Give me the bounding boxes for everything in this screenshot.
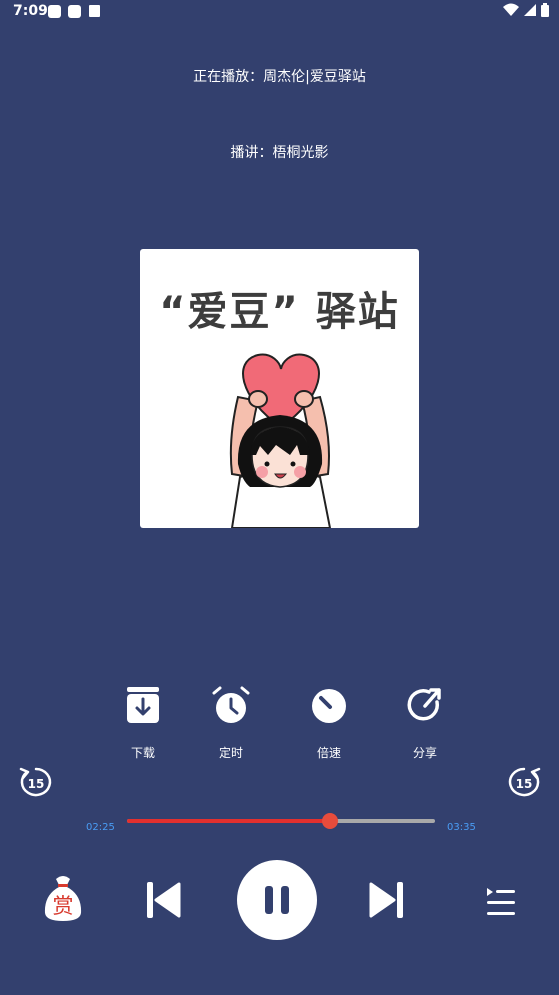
notification-icon (68, 5, 81, 18)
download-icon (127, 687, 159, 723)
download-label: 下载 (130, 746, 155, 760)
pause-button[interactable] (237, 860, 317, 940)
progress-bar[interactable] (127, 813, 435, 829)
reward-button[interactable]: 赏 (40, 873, 86, 923)
wifi-icon (503, 3, 519, 16)
reward-label: 赏 (53, 894, 74, 918)
share-label: 分享 (412, 746, 437, 760)
next-track-button[interactable] (368, 880, 406, 920)
battery-icon (541, 3, 549, 17)
rewind-15-button[interactable]: 15 (17, 766, 55, 798)
narrator-name: 梧桐光影 (272, 145, 329, 161)
notification-icon (48, 5, 61, 18)
now-playing-label: 正在播放： (193, 69, 264, 85)
speed-gauge-icon (312, 689, 346, 723)
total-time: 03:35 (447, 822, 476, 833)
notification-icon (89, 5, 100, 17)
progress-played (127, 819, 331, 823)
forward-seconds: 15 (516, 777, 533, 791)
alarm-clock-icon (212, 686, 250, 723)
rewind-seconds: 15 (28, 777, 45, 791)
pause-icon (265, 886, 273, 914)
previous-track-button[interactable] (144, 880, 182, 920)
share-icon (407, 688, 441, 721)
player-screen: 7:09 正在播放：周杰伦|爱豆驿站 播讲：梧桐光影 “爱豆” 驿站 下载 定时… (0, 0, 559, 995)
share-button[interactable]: 分享 (395, 686, 455, 761)
now-playing: 正在播放：周杰伦|爱豆驿站 (0, 66, 559, 86)
current-time: 02:25 (86, 822, 115, 833)
narrator-label: 播讲： (230, 145, 273, 161)
timer-label: 定时 (218, 746, 243, 760)
cover-art: “爱豆” 驿站 (140, 249, 419, 528)
now-playing-title: 周杰伦|爱豆驿站 (263, 69, 366, 85)
pause-icon (281, 886, 289, 914)
speed-button[interactable]: 倍速 (299, 686, 359, 761)
girl-with-heart-illustration (229, 353, 332, 528)
narrator: 播讲：梧桐光影 (0, 142, 559, 162)
download-button[interactable]: 下载 (113, 686, 173, 761)
playlist-button[interactable] (485, 886, 517, 918)
timer-button[interactable]: 定时 (201, 686, 261, 761)
status-indicators (503, 3, 549, 17)
speed-label: 倍速 (316, 746, 341, 760)
forward-15-button[interactable]: 15 (505, 766, 543, 798)
status-time: 7:09 (13, 3, 48, 19)
status-bar: 7:09 (0, 0, 559, 24)
progress-thumb[interactable] (322, 813, 339, 829)
signal-icon (524, 4, 536, 16)
